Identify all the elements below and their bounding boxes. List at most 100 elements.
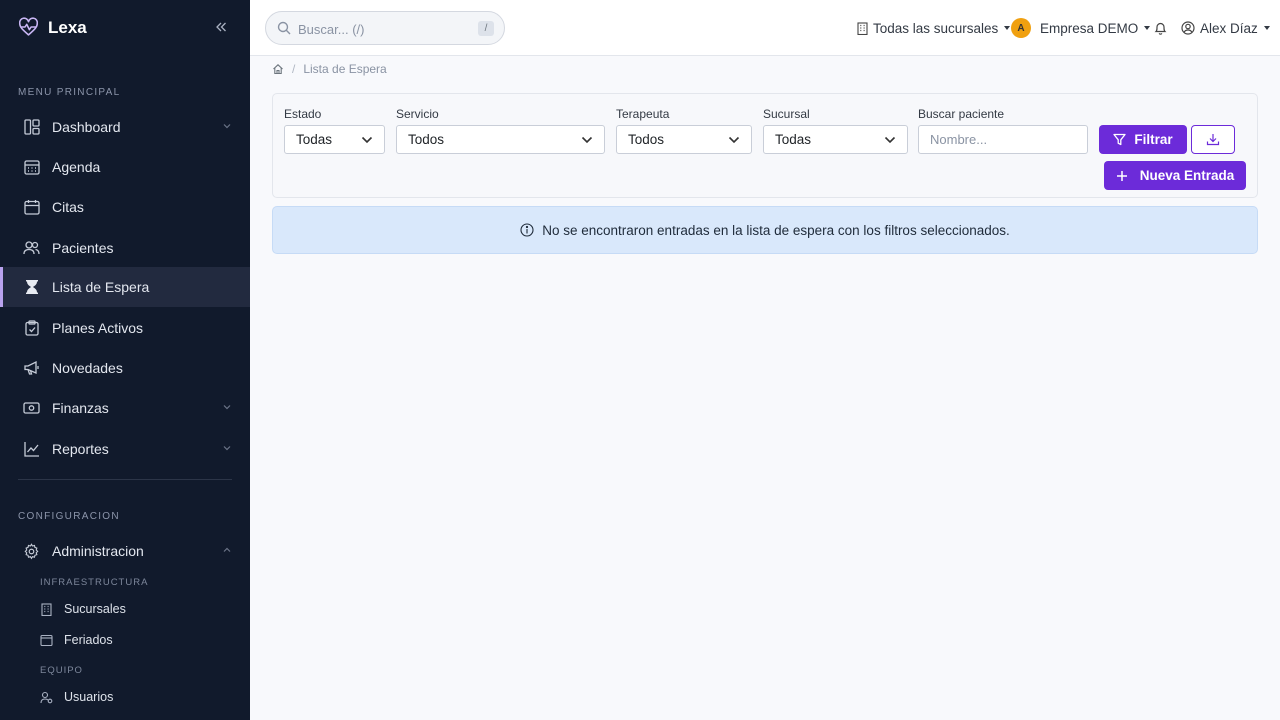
empty-state-alert: No se encontraron entradas en la lista d… <box>272 206 1258 254</box>
chevron-down-icon <box>728 136 740 144</box>
filter-servicio-select[interactable]: Todos <box>396 125 605 154</box>
brand-name: Lexa <box>48 18 87 37</box>
search-icon <box>277 21 291 38</box>
search-box[interactable]: / <box>265 11 505 45</box>
patient-search-input[interactable] <box>918 125 1088 154</box>
heart-pulse-icon <box>18 16 39 40</box>
chevron-down-icon <box>361 136 373 144</box>
calendar-grid-icon <box>23 159 40 176</box>
dashboard-icon <box>23 119 40 136</box>
filter-terapeuta-select[interactable]: Todos <box>616 125 752 154</box>
company-avatar: A <box>1011 18 1031 38</box>
filter-servicio-label: Servicio <box>396 107 439 121</box>
clipboard-check-icon <box>23 320 40 337</box>
sidebar-item-administracion[interactable]: Administracion <box>0 531 250 571</box>
filter-button[interactable]: Filtrar <box>1099 125 1187 154</box>
building-icon <box>40 602 53 616</box>
caret-down-icon <box>1004 26 1011 30</box>
company-selector[interactable]: A Empresa DEMO <box>1011 18 1151 38</box>
breadcrumb-current: Lista de Espera <box>303 62 387 76</box>
empty-state-message: No se encontraron entradas en la lista d… <box>542 222 1010 238</box>
sidebar-item-label: Feriados <box>64 633 113 647</box>
line-chart-icon <box>23 441 40 458</box>
gear-icon <box>23 542 40 560</box>
filter-terapeuta-label: Terapeuta <box>616 107 670 121</box>
users-icon <box>23 240 40 257</box>
sidebar-item-label: Novedades <box>52 360 123 376</box>
plus-icon <box>1116 170 1127 181</box>
search-shortcut-badge: / <box>478 21 494 36</box>
sidebar-item-novedades[interactable]: Novedades <box>0 348 250 388</box>
building-icon <box>857 21 868 35</box>
breadcrumb: / Lista de Espera <box>272 61 387 77</box>
new-entry-button-label: Nueva Entrada <box>1139 168 1235 183</box>
sidebar-item-label: Citas <box>52 199 84 215</box>
hourglass-icon <box>23 279 40 296</box>
calendar-icon <box>23 199 40 216</box>
filter-panel: Estado Todas Servicio Todos Terapeuta To… <box>272 93 1258 198</box>
sidebar-item-dashboard[interactable]: Dashboard <box>0 107 250 147</box>
sidebar: Lexa MENU PRINCIPAL Dashboard Agenda Cit… <box>0 0 250 720</box>
section-title-config: CONFIGURACION <box>18 511 120 522</box>
user-name: Alex Díaz <box>1200 20 1258 36</box>
user-gear-icon <box>40 691 53 704</box>
filter-sucursal-value: Todas <box>775 132 812 147</box>
filter-buscar-label: Buscar paciente <box>918 107 1005 121</box>
sidebar-item-label: Administracion <box>52 543 144 559</box>
filter-estado-value: Todas <box>296 132 333 147</box>
user-menu[interactable]: Alex Díaz <box>1181 19 1270 37</box>
search-input[interactable] <box>298 20 468 38</box>
funnel-icon <box>1113 133 1127 146</box>
sidebar-item-reportes[interactable]: Reportes <box>0 429 250 469</box>
filter-terapeuta-value: Todos <box>628 132 665 147</box>
filter-servicio-value: Todos <box>408 132 445 147</box>
subsection-title-infra: INFRAESTRUCTURA <box>40 577 149 588</box>
megaphone-icon <box>23 360 40 377</box>
sidebar-item-label: Finanzas <box>52 400 109 416</box>
chevron-up-icon <box>223 547 231 552</box>
user-circle-icon <box>1181 21 1195 35</box>
sidebar-item-label: Sucursales <box>64 602 126 616</box>
sidebar-item-label: Planes Activos <box>52 320 144 336</box>
brand[interactable]: Lexa <box>18 16 87 40</box>
sidebar-item-usuarios[interactable]: Usuarios <box>40 686 113 708</box>
download-button[interactable] <box>1191 125 1235 154</box>
info-circle-icon <box>520 223 534 237</box>
sidebar-item-citas[interactable]: Citas <box>0 187 250 227</box>
new-entry-button[interactable]: Nueva Entrada <box>1104 161 1246 190</box>
sidebar-item-label: Lista de Espera <box>52 279 150 295</box>
sidebar-item-feriados[interactable]: Feriados <box>40 629 113 651</box>
sidebar-item-planes-activos[interactable]: Planes Activos <box>0 308 250 348</box>
sidebar-divider <box>18 479 232 480</box>
branch-selector[interactable]: Todas las sucursales <box>857 19 1011 37</box>
chevron-down-icon <box>223 124 231 129</box>
collapse-sidebar-button[interactable] <box>213 19 229 35</box>
sidebar-item-label: Dashboard <box>52 119 121 135</box>
chevron-down-icon <box>223 405 231 410</box>
subsection-title-equipo: EQUIPO <box>40 665 83 676</box>
topbar: / Todas las sucursales A Empresa DEMO Al… <box>250 0 1280 56</box>
notifications-button[interactable] <box>1154 19 1167 37</box>
filter-estado-select[interactable]: Todas <box>284 125 385 154</box>
filter-sucursal-select[interactable]: Todas <box>763 125 908 154</box>
home-icon[interactable] <box>272 63 284 75</box>
chevrons-left-icon <box>216 22 226 32</box>
caret-down-icon <box>1263 26 1270 30</box>
sidebar-item-sucursales[interactable]: Sucursales <box>40 598 126 620</box>
sidebar-item-agenda[interactable]: Agenda <box>0 147 250 187</box>
chevron-down-icon <box>223 446 231 451</box>
filter-estado-label: Estado <box>284 107 322 121</box>
chevron-down-icon <box>581 136 593 144</box>
sidebar-item-label: Agenda <box>52 159 101 175</box>
sidebar-item-label: Usuarios <box>64 690 114 704</box>
bell-icon <box>1154 22 1167 35</box>
caret-down-icon <box>1144 26 1151 30</box>
filter-button-label: Filtrar <box>1134 132 1173 147</box>
breadcrumb-separator: / <box>292 62 296 76</box>
sidebar-item-lista-de-espera[interactable]: Lista de Espera <box>0 267 250 307</box>
sidebar-item-finanzas[interactable]: Finanzas <box>0 388 250 428</box>
filter-sucursal-label: Sucursal <box>763 107 810 121</box>
cash-icon <box>23 400 40 417</box>
sidebar-item-label: Pacientes <box>52 240 114 256</box>
sidebar-item-pacientes[interactable]: Pacientes <box>0 228 250 268</box>
